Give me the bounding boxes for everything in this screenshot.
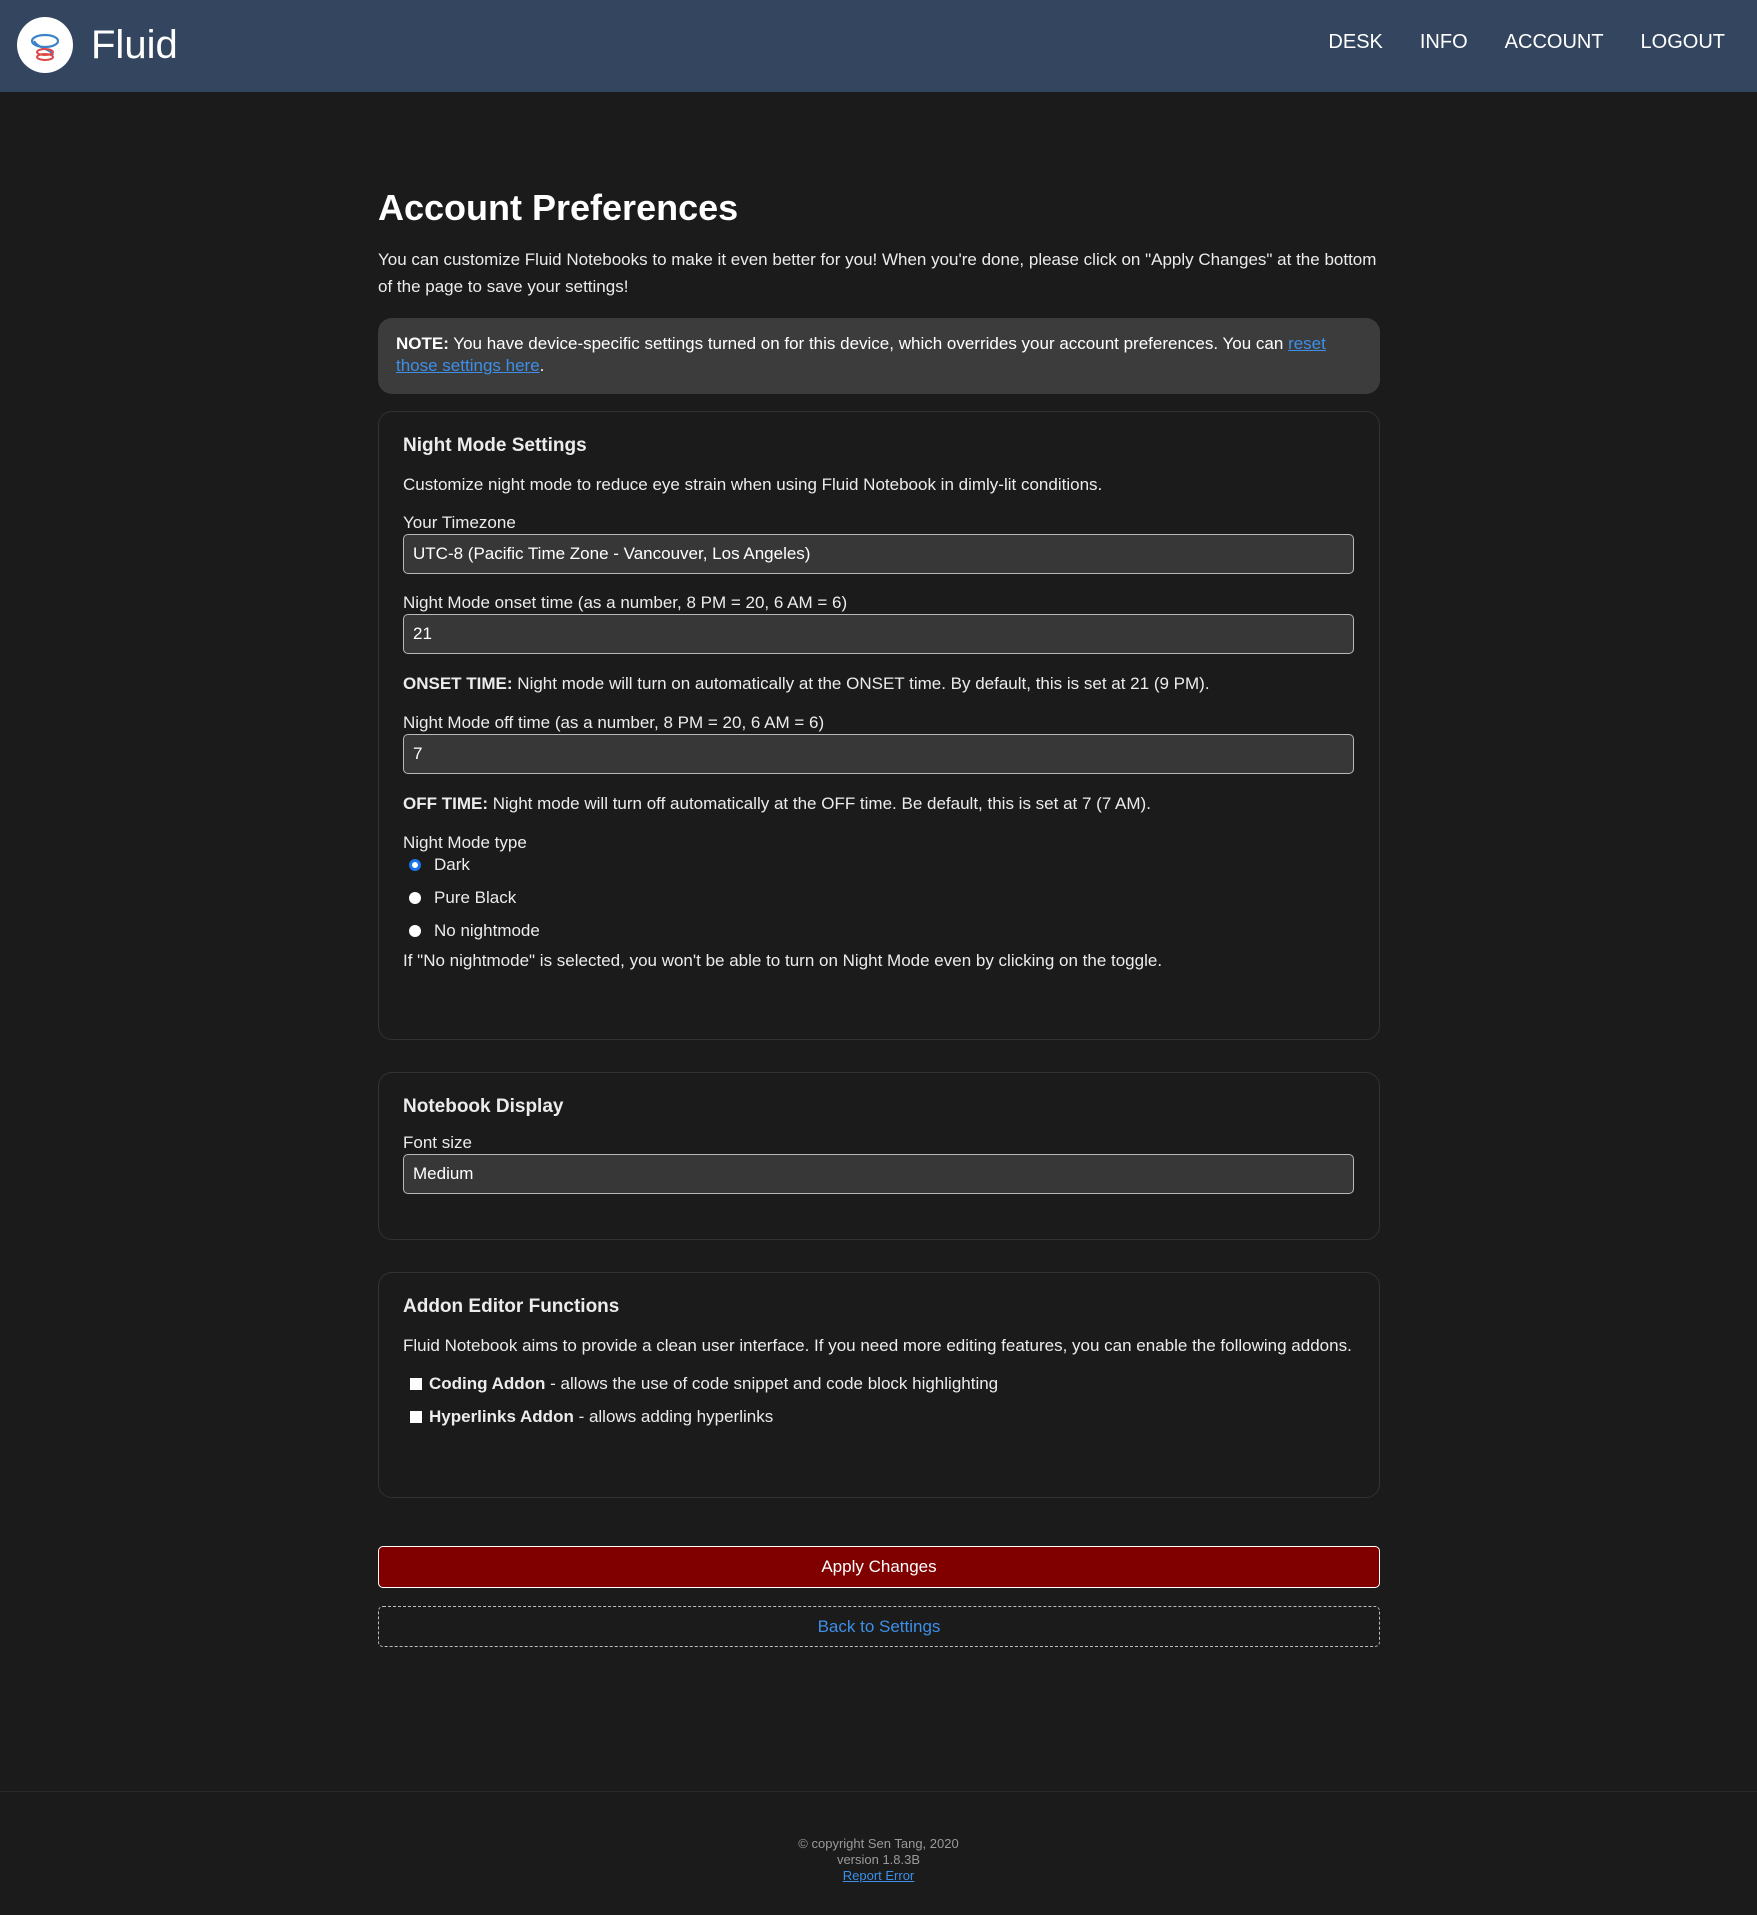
footer: © copyright Sen Tang, 2020 version 1.8.3…	[0, 1836, 1757, 1884]
onset-time-input[interactable]	[403, 614, 1354, 654]
night-mode-card: Night Mode Settings Customize night mode…	[378, 411, 1380, 1040]
footer-divider	[0, 1791, 1757, 1792]
page-intro: You can customize Fluid Notebooks to mak…	[378, 250, 1377, 296]
brand[interactable]: Fluid	[17, 17, 178, 73]
onset-time-label: Night Mode onset time (as a number, 8 PM…	[403, 593, 848, 612]
radio-no-nightmode-label: No nightmode	[434, 920, 540, 940]
main-content: Account Preferences You can customize Fl…	[378, 180, 1380, 1647]
radio-dark[interactable]: Dark	[403, 848, 1355, 881]
notebook-display-card: Notebook Display Font size	[378, 1072, 1380, 1240]
brand-name: Fluid	[91, 23, 178, 67]
timezone-label: Your Timezone	[403, 513, 516, 532]
off-note-label: OFF TIME:	[403, 794, 488, 813]
coding-addon-desc: - allows the use of code snippet and cod…	[545, 1373, 999, 1393]
nav-logout[interactable]: LOGOUT	[1641, 28, 1725, 56]
apply-changes-button[interactable]: Apply Changes	[378, 1546, 1380, 1588]
night-mode-type-note: If "No nightmode" is selected, you won't…	[403, 951, 1163, 970]
hyperlinks-addon-option[interactable]: Hyperlinks Addon - allows adding hyperli…	[403, 1400, 1355, 1433]
radio-pure-black-icon[interactable]	[409, 891, 421, 904]
coding-addon-option[interactable]: Coding Addon - allows the use of code sn…	[403, 1367, 1355, 1400]
addon-heading: Addon Editor Functions	[403, 1296, 620, 1317]
radio-no-nightmode-icon[interactable]	[409, 924, 421, 937]
off-time-note: OFF TIME: Night mode will turn off autom…	[403, 790, 1355, 817]
off-time-input[interactable]	[403, 734, 1354, 774]
radio-no-nightmode[interactable]: No nightmode	[403, 914, 1355, 947]
hyperlinks-addon-checkbox[interactable]	[410, 1410, 422, 1423]
onset-note-label: ONSET TIME:	[403, 674, 513, 693]
nav-account[interactable]: ACCOUNT	[1505, 28, 1604, 56]
device-settings-note: NOTE: You have device-specific settings …	[378, 318, 1380, 394]
back-to-settings-button[interactable]: Back to Settings	[378, 1606, 1380, 1647]
addon-description: Fluid Notebook aims to provide a clean u…	[403, 1336, 1352, 1355]
night-mode-description: Customize night mode to reduce eye strai…	[403, 475, 1103, 494]
note-text: You have device-specific settings turned…	[448, 334, 1289, 353]
coding-addon-name: Coding Addon	[429, 1373, 546, 1393]
font-size-select[interactable]	[403, 1154, 1354, 1194]
radio-pure-black-label: Pure Black	[434, 887, 517, 907]
main-nav: DESK INFO ACCOUNT LOGOUT	[1291, 28, 1725, 56]
coding-addon-checkbox[interactable]	[410, 1377, 422, 1390]
report-error-link[interactable]: Report Error	[843, 1868, 915, 1883]
onset-note-text: Night mode will turn on automatically at…	[512, 674, 1210, 693]
hyperlinks-addon-name: Hyperlinks Addon	[429, 1406, 574, 1426]
night-mode-heading: Night Mode Settings	[403, 435, 587, 456]
nav-desk[interactable]: DESK	[1328, 28, 1382, 56]
fluid-logo-icon	[17, 17, 73, 73]
hyperlinks-addon-desc: - allows adding hyperlinks	[573, 1406, 774, 1426]
night-mode-type-radio-group: Dark Pure Black No nightmode	[403, 848, 1355, 947]
off-time-label: Night Mode off time (as a number, 8 PM =…	[403, 713, 825, 732]
note-end: .	[539, 356, 545, 375]
addon-editor-card: Addon Editor Functions Fluid Notebook ai…	[378, 1272, 1380, 1498]
page-title: Account Preferences	[378, 187, 739, 228]
radio-dark-selected-icon[interactable]	[409, 858, 421, 871]
font-size-label: Font size	[403, 1133, 472, 1152]
off-note-text: Night mode will turn off automatically a…	[487, 794, 1151, 813]
footer-version: version 1.8.3B	[836, 1852, 921, 1867]
top-navbar: Fluid DESK INFO ACCOUNT LOGOUT	[0, 0, 1757, 92]
notebook-display-heading: Notebook Display	[403, 1096, 564, 1117]
addon-list: Coding Addon - allows the use of code sn…	[403, 1367, 1355, 1433]
radio-pure-black[interactable]: Pure Black	[403, 881, 1355, 914]
note-label: NOTE:	[396, 334, 449, 353]
nav-info[interactable]: INFO	[1420, 28, 1468, 56]
radio-dark-label: Dark	[434, 854, 470, 874]
onset-time-note: ONSET TIME: Night mode will turn on auto…	[403, 670, 1355, 697]
timezone-select[interactable]	[403, 534, 1354, 574]
footer-copyright: © copyright Sen Tang, 2020	[798, 1836, 959, 1851]
